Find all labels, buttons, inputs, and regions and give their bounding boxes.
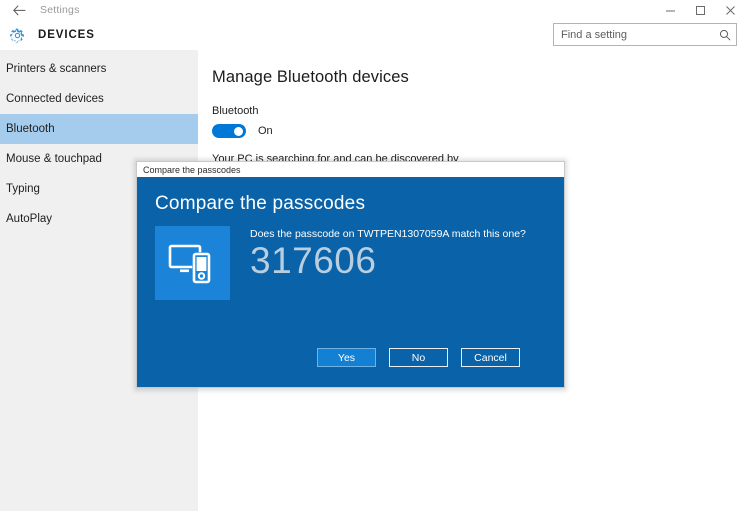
window-controls: [655, 0, 745, 20]
passcode-value: 317606: [250, 240, 377, 281]
sidebar-item-label: Typing: [6, 183, 40, 195]
compare-passcodes-dialog: Compare the passcodes Compare the passco…: [136, 161, 565, 388]
dialog-question: Does the passcode on TWTPEN1307059A matc…: [250, 228, 526, 240]
search-input[interactable]: [554, 24, 714, 45]
page-header: DEVICES: [0, 20, 745, 50]
maximize-icon[interactable]: [685, 0, 715, 20]
cancel-button-label: Cancel: [474, 351, 507, 364]
sidebar-item-label: Mouse & touchpad: [6, 153, 102, 165]
back-arrow-icon[interactable]: [8, 1, 30, 19]
sidebar-item-label: Printers & scanners: [6, 63, 107, 75]
bluetooth-section-label: Bluetooth: [212, 105, 259, 117]
pc-and-phone-icon: [155, 226, 230, 300]
dialog-body: Compare the passcodes Does the passcode …: [137, 177, 564, 387]
dialog-text-column: Does the passcode on TWTPEN1307059A matc…: [230, 226, 542, 281]
close-icon[interactable]: [715, 0, 745, 20]
bluetooth-toggle-state: On: [258, 125, 273, 137]
no-button[interactable]: No: [388, 347, 449, 368]
dialog-titlebar-text: Compare the passcodes: [143, 164, 241, 175]
page-title: DEVICES: [38, 29, 95, 41]
dialog-buttons: Yes No Cancel: [155, 347, 542, 368]
dialog-titlebar: Compare the passcodes: [137, 162, 564, 177]
yes-button-label: Yes: [337, 351, 356, 364]
dialog-main: Does the passcode on TWTPEN1307059A matc…: [155, 226, 542, 300]
yes-button[interactable]: Yes: [316, 347, 377, 368]
cancel-button[interactable]: Cancel: [460, 347, 521, 368]
sidebar-item-bluetooth[interactable]: Bluetooth: [0, 114, 198, 144]
bluetooth-toggle-row: On: [212, 124, 745, 138]
search-icon[interactable]: [714, 29, 736, 41]
gear-icon: [4, 27, 30, 44]
no-button-label: No: [411, 351, 426, 364]
content-heading: Manage Bluetooth devices: [212, 68, 409, 86]
window-title: Settings: [40, 4, 80, 16]
sidebar-item-label: Bluetooth: [6, 123, 55, 135]
sidebar-item-label: AutoPlay: [6, 213, 53, 225]
sidebar-item-printers-scanners[interactable]: Printers & scanners: [0, 54, 198, 84]
sidebar-item-label: Connected devices: [6, 93, 104, 105]
search-box[interactable]: [553, 23, 737, 46]
sidebar-item-connected-devices[interactable]: Connected devices: [0, 84, 198, 114]
bluetooth-toggle[interactable]: [212, 124, 246, 138]
dialog-heading: Compare the passcodes: [155, 193, 366, 214]
window-titlebar: Settings: [0, 0, 745, 20]
minimize-icon[interactable]: [655, 0, 685, 20]
